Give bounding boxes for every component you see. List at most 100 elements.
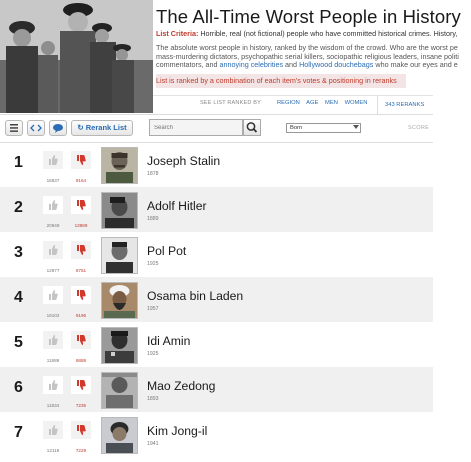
sort-select[interactable]: Born [286, 123, 361, 133]
thumbs-up-icon [49, 155, 58, 165]
thumbs-up-icon [49, 200, 58, 210]
downvote-button[interactable] [71, 151, 91, 169]
upvote-count: 19102 [46, 313, 60, 318]
comment-button[interactable] [49, 120, 67, 136]
item-name[interactable]: Idi Amin [147, 334, 190, 348]
thumbs-up-icon [49, 380, 58, 390]
downvote-button[interactable] [71, 376, 91, 394]
list-header-photo [0, 0, 153, 113]
item-name[interactable]: Osama bin Laden [147, 289, 243, 303]
upvote-count: 20949 [46, 223, 60, 228]
ranking-note: List is ranked by a combination of each … [156, 74, 406, 88]
item-year: 1957 [147, 306, 159, 312]
item-photo[interactable] [101, 417, 138, 454]
upvote-button[interactable] [43, 376, 63, 394]
annoying-celebrities-link[interactable]: annoying celebrities [220, 60, 284, 69]
thumbs-up-icon [49, 335, 58, 345]
search-button[interactable] [243, 119, 261, 136]
criteria-label: List Criteria: [156, 29, 199, 38]
upvote-button[interactable] [43, 331, 63, 349]
list-item: 4 19102 9196 Osama bin Laden 1957 [0, 277, 433, 322]
list-item: 1 16837 9164 Joseph Stalin 1878 [0, 142, 433, 187]
reranks-link[interactable]: 343 RERANKS [377, 96, 424, 114]
thumbs-down-icon [77, 200, 86, 210]
upvote-button[interactable] [43, 241, 63, 259]
filter-women-link[interactable]: WOMEN [345, 100, 368, 106]
ranked-by-bar: SEE LIST RANKED BY REGION AGE MEN WOMEN … [153, 95, 433, 114]
list-criteria: List Criteria: Horrible, real (not ficti… [156, 29, 471, 38]
list-item: 2 20949 13889 Adolf Hitler 1889 [0, 187, 433, 232]
downvote-button[interactable] [71, 331, 91, 349]
thumbs-up-icon [49, 290, 58, 300]
description-line: commentators, and annoying celebrities a… [156, 60, 471, 70]
thumbs-down-icon [77, 245, 86, 255]
list-toolbar: ↻ Rerank List Born SCORE [0, 114, 433, 143]
thumbs-down-icon [77, 335, 86, 345]
item-name[interactable]: Pol Pot [147, 244, 186, 258]
thumbs-down-icon [77, 290, 86, 300]
filter-men-link[interactable]: MEN [325, 100, 338, 106]
rank-number: 5 [14, 334, 23, 351]
downvote-button[interactable] [71, 286, 91, 304]
upvote-count: 12119 [46, 448, 60, 453]
upvote-count: 16837 [46, 178, 60, 183]
item-photo[interactable] [101, 282, 138, 319]
thumbs-up-icon [49, 245, 58, 255]
item-name[interactable]: Adolf Hitler [147, 199, 207, 213]
item-year: 1925 [147, 261, 159, 267]
rank-number: 4 [14, 289, 23, 306]
rank-number: 2 [14, 199, 23, 216]
item-name[interactable]: Joseph Stalin [147, 154, 220, 168]
search-input[interactable] [149, 119, 243, 136]
item-year: 1889 [147, 216, 159, 222]
thumbs-down-icon [77, 425, 86, 435]
filter-region-link[interactable]: REGION [277, 100, 300, 106]
item-photo[interactable] [101, 147, 138, 184]
item-photo[interactable] [101, 372, 138, 409]
downvote-count: 6888 [75, 358, 87, 363]
filter-age-link[interactable]: AGE [306, 100, 318, 106]
upvote-count: 12877 [46, 268, 60, 273]
menu-button[interactable] [5, 120, 23, 136]
item-photo[interactable] [101, 327, 138, 364]
item-photo[interactable] [101, 237, 138, 274]
downvote-button[interactable] [71, 421, 91, 439]
list-item: 5 11889 6888 Idi Amin 1925 [0, 322, 433, 367]
thumbs-up-icon [49, 425, 58, 435]
code-icon [30, 124, 42, 132]
rerank-label: Rerank List [85, 123, 127, 132]
item-name[interactable]: Mao Zedong [147, 379, 215, 393]
list-item: 3 12877 6751 Pol Pot 1925 [0, 232, 433, 277]
downvote-count: 7235 [75, 403, 87, 408]
thumbs-down-icon [77, 380, 86, 390]
description-text: who make our eyes and e [373, 60, 458, 70]
sort-selected-value: Born [290, 125, 303, 131]
item-year: 1893 [147, 396, 159, 402]
ranking-filter-links: REGION AGE MEN WOMEN [277, 100, 372, 106]
rank-number: 3 [14, 244, 23, 261]
upvote-button[interactable] [43, 196, 63, 214]
downvote-button[interactable] [71, 196, 91, 214]
upvote-button[interactable] [43, 286, 63, 304]
description-text: and [283, 60, 300, 70]
embed-button[interactable] [27, 120, 45, 136]
upvote-button[interactable] [43, 151, 63, 169]
list-item: 7 12119 7229 Kim Jong-il 1941 [0, 412, 433, 457]
downvote-count: 9196 [75, 313, 87, 318]
rank-number: 7 [14, 424, 23, 441]
item-name[interactable]: Kim Jong-il [147, 424, 207, 438]
page-title: The All-Time Worst People in History [156, 6, 461, 27]
score-label: SCORE [408, 125, 430, 131]
upvote-count: 11834 [46, 403, 60, 408]
downvote-button[interactable] [71, 241, 91, 259]
chevron-down-icon [353, 125, 359, 129]
hollywood-douchebags-link[interactable]: Hollywood douchebags [299, 60, 373, 69]
rank-number: 6 [14, 379, 23, 396]
rerank-list-button[interactable]: ↻ Rerank List [71, 120, 133, 136]
search-icon [246, 122, 258, 133]
upvote-button[interactable] [43, 421, 63, 439]
item-year: 1941 [147, 441, 159, 447]
thumbs-down-icon [77, 155, 86, 165]
refresh-icon: ↻ [77, 123, 84, 132]
item-photo[interactable] [101, 192, 138, 229]
